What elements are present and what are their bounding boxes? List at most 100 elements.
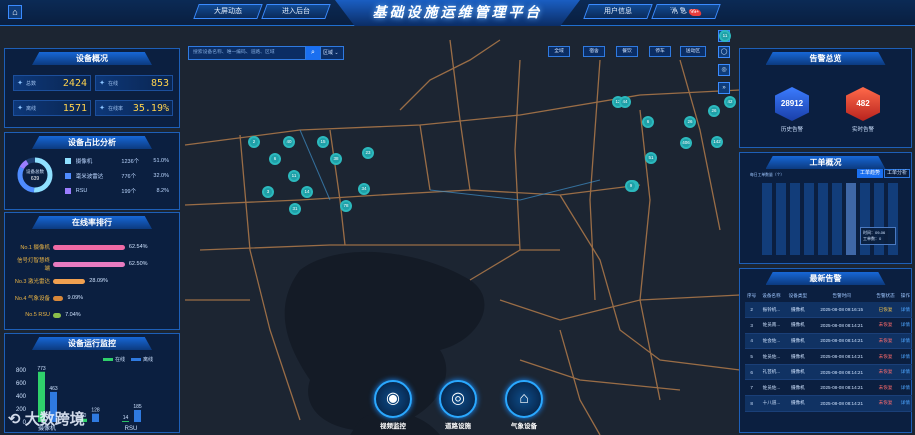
detail-link[interactable]: 详情 — [898, 317, 912, 334]
rank-row: 信号灯智慧终端 62.50% — [16, 258, 148, 272]
bar-value-label: 14 — [123, 415, 129, 421]
table-row[interactable]: 2 振铃机... 摄像机 2025-08-08 09:16:15 已恢复 详情 — [745, 302, 912, 319]
page-title: 基础设施运维管理平台 — [372, 4, 543, 20]
map-cluster-marker[interactable]: 26 — [708, 105, 720, 117]
history-alarm-label: 历史告警 — [780, 127, 803, 133]
nav-video-monitor[interactable]: ◉ 视频监控 — [373, 380, 413, 430]
map-cluster-marker[interactable]: 142 — [711, 136, 723, 148]
table-row[interactable]: 8 十八道... 摄像机 2025-08-08 08:14:21 未恢复 详情 — [745, 395, 912, 412]
layer-dorm-button[interactable]: 宿舍 — [583, 46, 605, 57]
bar-value-label: 185 — [133, 404, 142, 410]
device-overview-panel: 设备概况 ✦ 总数 2424 ✦ 在线 853 ✦ 离线 1571 ✦ 在线率 35.19% — [4, 48, 180, 128]
map-cluster-marker[interactable]: 3 — [262, 186, 274, 198]
nav-road-facilities[interactable]: ◎ 道路设施 — [438, 380, 478, 430]
top-header: ⌂ 大屏动态 进入后台 基础设施运维管理平台 用户信息 消 息99+ — [0, 0, 915, 26]
legend-camera: 摄像机 1236个 51.0% — [65, 157, 169, 165]
layer-dining-button[interactable]: 餐饮 — [616, 46, 638, 57]
stat-offline: ✦ 离线 1571 — [13, 100, 91, 116]
map-cluster-marker[interactable]: 2 — [248, 136, 260, 148]
map-cluster-marker[interactable]: 23 — [362, 147, 374, 159]
nav-weather-devices[interactable]: ⌂ 气象设备 — [504, 380, 544, 430]
latest-alarm-title: 最新告警 — [765, 272, 886, 285]
rank-row: No.5 RSU 7.04% — [25, 312, 81, 318]
map-cluster-marker[interactable]: 26 — [684, 116, 696, 128]
map-search-input[interactable]: 搜索设备名称、唯一编码、道路、区域 — [188, 46, 306, 60]
legend-rsu: RSU 199个 8.2% — [65, 187, 169, 195]
map-cluster-marker[interactable]: 9 — [625, 180, 637, 192]
region-select[interactable]: 区域 ⌄ — [320, 46, 344, 60]
x-category-label: RSU — [125, 426, 138, 432]
weather-station-icon: ⌂ — [505, 380, 543, 418]
tab-analysis[interactable]: 工单分析 — [884, 169, 910, 178]
detail-link[interactable]: 详情 — [898, 302, 912, 319]
map-tool-layers-icon[interactable]: ◎ — [718, 64, 730, 76]
monitor-legend: 在线 离线 — [103, 356, 153, 363]
realtime-alarm-value[interactable]: 482 — [846, 87, 880, 121]
map-cluster-marker[interactable]: 11 — [288, 170, 300, 182]
device-share-donut — [17, 157, 53, 193]
nav-user-info[interactable]: 用户信息 — [583, 4, 653, 19]
map-cluster-marker[interactable]: 6 — [642, 116, 654, 128]
detail-link[interactable]: 详情 — [898, 348, 912, 365]
monitor-bar — [134, 409, 141, 422]
device-icon: ✦ — [17, 80, 23, 87]
bar-value-label: 773 — [37, 366, 46, 372]
map-cluster-marker[interactable]: 42 — [724, 96, 736, 108]
map-tool-expand-icon[interactable]: » — [718, 82, 730, 94]
map-cluster-marker[interactable]: 51 — [645, 152, 657, 164]
rank-bar — [53, 278, 86, 284]
map-cluster-marker[interactable]: 31 — [289, 203, 301, 215]
search-icon[interactable]: ⌕ — [306, 46, 320, 60]
work-order-ylabel: 每日工单数量（个） — [750, 173, 785, 177]
device-share-panel: 设备占比分析 设备总数 639 摄像机 1236个 51.0% 毫米波雷达 776个 3… — [4, 132, 180, 210]
map-cluster-marker[interactable]: 6 — [269, 153, 281, 165]
table-row[interactable]: 3 佐员南... 摄像机 2025-08-08 08:14:21 未恢复 详情 — [745, 317, 912, 334]
table-row[interactable]: 7 佐员佐... 摄像机 2025-08-08 08:14:21 未恢复 详情 — [745, 379, 912, 397]
y-tick-label: 800 — [16, 368, 27, 374]
latest-alarm-table: 序号 设备名称 设备类型 告警时间 告警状态 操作 2 振铃机... 摄像机 2025… — [745, 290, 912, 412]
map-cluster-marker[interactable]: 15 — [317, 136, 329, 148]
map-cluster-marker[interactable]: 40 — [283, 136, 295, 148]
rank-row: No.4 气象设备 9.09% — [14, 295, 84, 302]
detail-link[interactable]: 详情 — [898, 364, 912, 381]
y-tick-label: 400 — [16, 394, 27, 400]
layer-zone-button[interactable]: 送动区 — [680, 46, 706, 57]
map-cluster-marker[interactable]: 38 — [330, 153, 342, 165]
bar-value-label: 128 — [91, 408, 100, 414]
work-order-panel: 工单概况 工单趋势 工单分析 每日工单数量（个） 时间：09-06 工单数：0 — [739, 152, 912, 264]
layer-parking-button[interactable]: 停车 — [649, 46, 671, 57]
map-cluster-marker[interactable]: 44 — [619, 96, 631, 108]
detail-link[interactable]: 详情 — [898, 379, 912, 397]
tab-trend[interactable]: 工单趋势 — [857, 169, 883, 178]
rank-bar — [53, 312, 62, 318]
table-row[interactable]: 6 礼芸机... 摄像机 2025-08-08 08:14:21 未恢复 详情 — [745, 364, 912, 381]
map-cluster-marker[interactable]: 34 — [358, 183, 370, 195]
y-tick-label: 600 — [16, 381, 27, 387]
detail-link[interactable]: 详情 — [898, 395, 912, 412]
home-icon[interactable]: ⌂ — [8, 5, 22, 19]
work-order-tooltip: 时间：09-06 工单数：0 — [860, 227, 896, 245]
donut-value: 639 — [30, 176, 40, 182]
map-cluster-marker[interactable]: 78 — [340, 200, 352, 212]
online-rank-title: 在线率排行 — [32, 216, 152, 229]
nav-admin[interactable]: 进入后台 — [261, 4, 331, 19]
map-tool-circle-icon[interactable]: ◯ — [718, 46, 730, 58]
nav-dashboard[interactable]: 大屏动态 — [193, 4, 263, 19]
nav-messages[interactable]: 消 息99+ — [651, 4, 721, 19]
alarm-overview-title: 告警总览 — [765, 52, 886, 65]
donut-label: 设备总数 — [26, 169, 44, 174]
map-cluster-marker[interactable]: 11 — [719, 30, 731, 42]
monitor-bar — [122, 421, 129, 422]
stat-total: ✦ 总数 2424 — [13, 75, 91, 91]
map-cluster-marker[interactable]: 14 — [301, 186, 313, 198]
radar-icon: ◎ — [439, 380, 477, 418]
map-cluster-marker[interactable]: 406 — [680, 137, 692, 149]
layer-all-button[interactable]: 全域 — [548, 46, 570, 57]
history-alarm-value[interactable]: 28912 — [775, 87, 809, 121]
table-row[interactable]: 5 佐员佐... 摄像机 2025-08-08 08:14:21 未恢复 详情 — [745, 348, 912, 365]
page-title-banner: 基础设施运维管理平台 — [335, 0, 580, 26]
message-badge: 99+ — [687, 9, 703, 16]
detail-link[interactable]: 详情 — [898, 333, 912, 350]
table-row[interactable]: 4 佐会佐... 摄像机 2025-08-08 08:14:21 未恢复 详情 — [745, 333, 912, 350]
camera-icon: ◉ — [374, 380, 412, 418]
